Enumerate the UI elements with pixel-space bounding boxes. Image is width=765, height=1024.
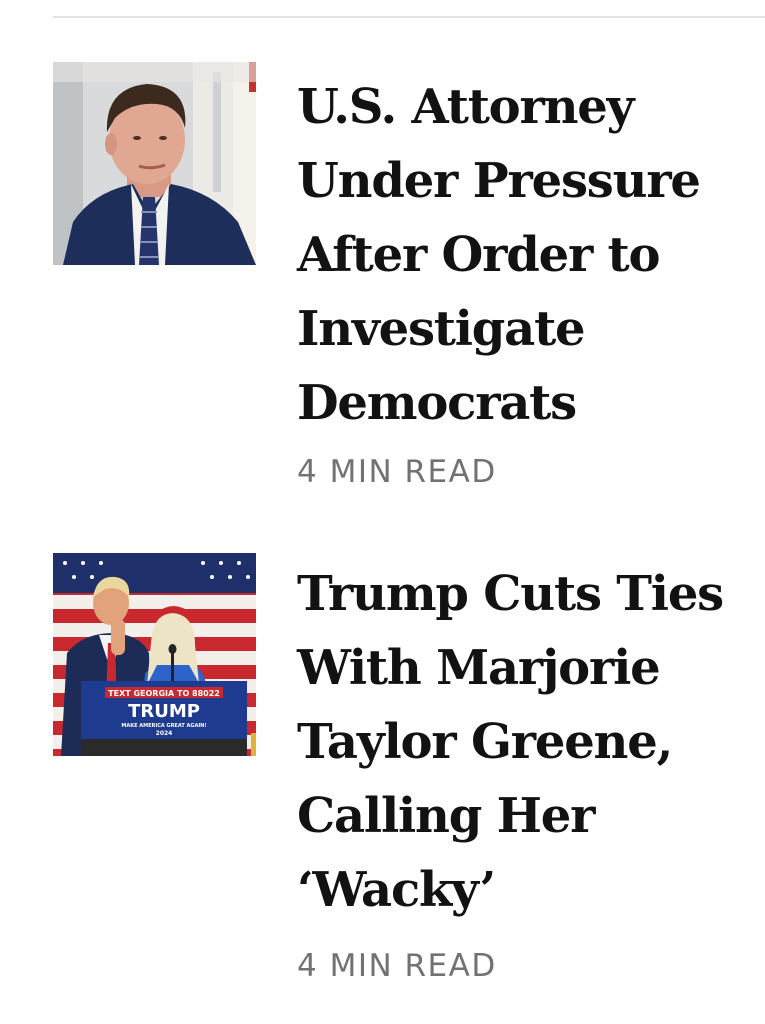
rally-stage-photo: TEXT GEORGIA TO 88022 TRUMP MAKE AMERICA… xyxy=(53,553,256,756)
read-time: 4 MIN READ xyxy=(297,948,497,984)
headline[interactable]: Trump Cuts Ties With Marjorie Taylor Gre… xyxy=(297,557,737,927)
headline[interactable]: U.S. Attorney Under Pressure After Order… xyxy=(297,70,737,440)
svg-text:TEXT GEORGIA TO 88022: TEXT GEORGIA TO 88022 xyxy=(108,689,220,698)
man-in-suit-photo xyxy=(53,62,256,265)
svg-text:MAKE AMERICA GREAT AGAIN!: MAKE AMERICA GREAT AGAIN! xyxy=(121,723,206,729)
top-divider xyxy=(53,16,765,18)
story-thumbnail-us-attorney[interactable] xyxy=(53,62,256,265)
svg-text:2024: 2024 xyxy=(156,730,173,737)
story-thumbnail-trump-greene[interactable]: TEXT GEORGIA TO 88022 TRUMP MAKE AMERICA… xyxy=(53,553,256,756)
svg-text:TRUMP: TRUMP xyxy=(128,701,200,722)
read-time: 4 MIN READ xyxy=(297,454,497,490)
